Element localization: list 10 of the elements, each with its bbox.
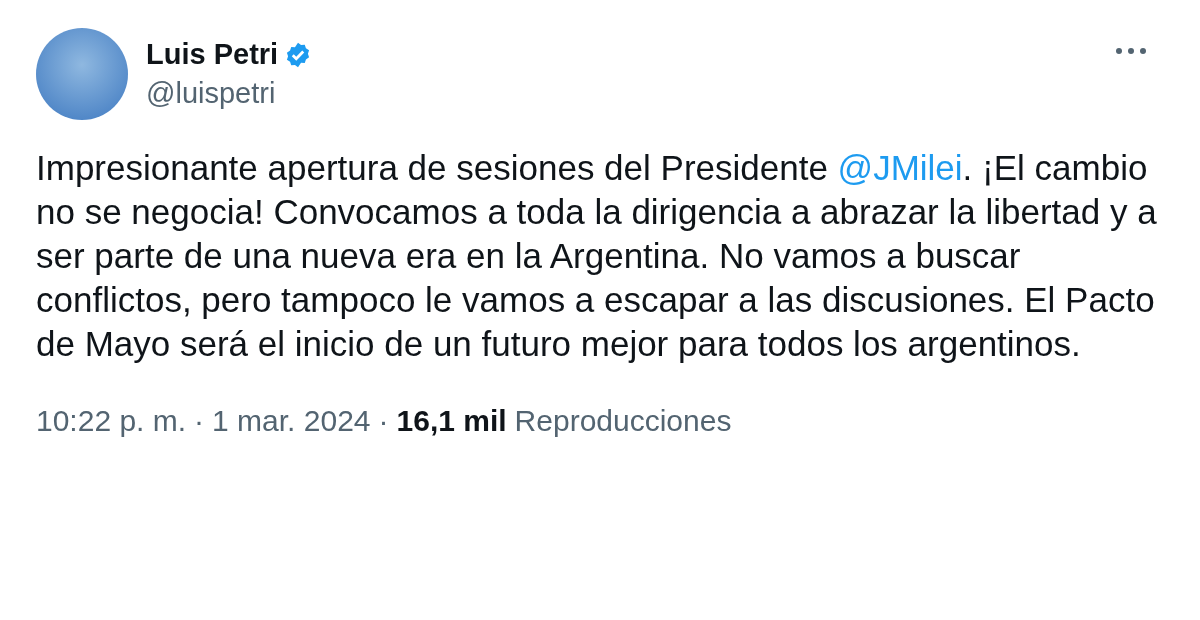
views-count: 16,1 mil	[396, 404, 507, 438]
author-name[interactable]: Luis Petri	[146, 38, 279, 71]
tweet-text: Impresionante apertura de sesiones del Presidente @JMilei. ¡El cambio no se negocia! Convocamos a toda la dirigencia a abrazar la libertad y a ser parte de una nueva era en la Argentina. No vamos a buscar conflictos, pero tampoco le vamos a escapar a las discusiones. El Pacto de Mayo será el inicio de un futuro mejor para todos los argentinos.	[36, 147, 1158, 365]
author-handle[interactable]: @luispetri	[146, 77, 313, 110]
tweet-date[interactable]: 1 mar. 2024	[212, 404, 371, 438]
separator-dot: ·	[194, 404, 205, 438]
separator-dot: ·	[378, 404, 389, 438]
more-options-icon[interactable]	[1114, 46, 1148, 56]
tweet-time[interactable]: 10:22 p. m.	[36, 404, 187, 438]
views-label: Reproducciones	[514, 404, 732, 438]
